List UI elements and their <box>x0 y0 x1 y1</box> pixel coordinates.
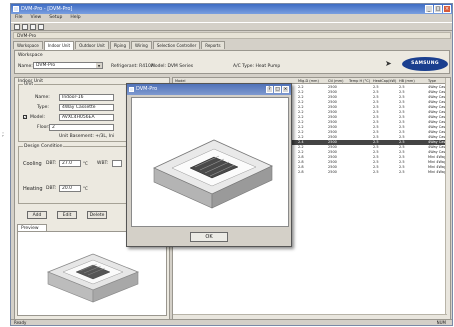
heating-db-label: DBT: <box>46 186 57 191</box>
model-label: Model: DVM Series <box>151 64 194 69</box>
table-cell: 2.5 <box>373 170 379 174</box>
close-button[interactable]: × <box>443 5 451 13</box>
dialog-close-button[interactable]: × <box>282 86 289 93</box>
workspace-name-select[interactable]: DVM-Pro ▼ <box>33 62 103 69</box>
name-label: Name: <box>35 95 50 100</box>
floor-label: Floor: <box>37 125 50 130</box>
unit-group-title: Unit <box>23 82 35 87</box>
tab-workspace[interactable]: Workspace <box>13 41 43 49</box>
workspace-name-label: Name: <box>18 64 33 69</box>
dialog-maximize-button[interactable]: □ <box>274 86 281 93</box>
tab-outdoor-unit[interactable]: Outdoor Unit <box>75 41 109 49</box>
workspace-name-value: DVM-Pro <box>36 63 56 68</box>
refrigerant-label: Refrigerant: R410A <box>111 64 154 69</box>
workspace-panel: Workspace Name: DVM-Pro ▼ Refrigerant: R… <box>14 50 450 74</box>
table-cell: 2.8 <box>298 170 304 174</box>
menu-view[interactable]: View <box>31 14 42 22</box>
ac-type-label: A/C Type: Heat Pump <box>233 64 281 69</box>
add-button[interactable]: Add <box>27 211 47 219</box>
col-header[interactable]: Mig-D (mm) <box>298 78 319 84</box>
dialog-ok-button[interactable]: OK <box>190 232 228 242</box>
side-mark: ; <box>2 131 5 138</box>
col-header[interactable]: Ctl (mm) <box>328 78 343 84</box>
tab-indoor-unit[interactable]: Indoor Unit <box>43 41 75 50</box>
menu-setup[interactable]: Setup <box>49 14 62 22</box>
dialog-image-area <box>131 97 289 227</box>
model-checkbox[interactable]: ✓ <box>23 115 27 119</box>
tab-reports[interactable]: Reports <box>201 41 225 49</box>
type-select[interactable]: 4Way Cassette <box>59 104 114 111</box>
toolbar <box>11 22 452 31</box>
heating-db-unit: °C <box>83 186 88 191</box>
tab-piping[interactable]: Piping <box>109 41 131 49</box>
model-label: Model: <box>30 115 46 120</box>
menu-help[interactable]: Help <box>70 14 80 22</box>
col-header[interactable]: HeatCap(kW) <box>373 78 396 84</box>
dialog-title: DVM-Pro <box>136 86 158 92</box>
table-cell: 2.5 <box>399 170 405 174</box>
preview-dialog: DVM-Pro ? □ × OK <box>126 83 292 247</box>
cooling-wb-field[interactable] <box>112 160 122 167</box>
status-bar: Ready NUM <box>11 319 452 325</box>
brand-logo: SAMSUNG <box>402 57 448 71</box>
heating-db-field[interactable]: 20.0 <box>59 185 81 192</box>
name-field[interactable]: Indoor-16 <box>59 94 114 101</box>
save-icon[interactable] <box>30 24 36 30</box>
unit-basement-note: Unit Basement: +/3L, Ini <box>59 134 115 139</box>
unit-action-buttons: Add Edit Delete <box>27 211 107 219</box>
model-select[interactable]: AVXC4H056EA <box>59 114 114 121</box>
cooling-label: Cooling <box>23 161 42 167</box>
navigate-arrow-icon[interactable]: ➤ <box>385 59 395 69</box>
cassette-unit-image <box>153 139 273 209</box>
delete-button[interactable]: Delete <box>87 211 107 219</box>
open-folder-icon[interactable] <box>22 24 28 30</box>
type-label: Type: <box>37 105 49 110</box>
tab-selection-controller[interactable]: Selection Controller <box>152 41 201 49</box>
heating-label: Heating <box>23 186 43 192</box>
tab-wiring[interactable]: Wiring <box>131 41 152 49</box>
status-num: NUM <box>436 320 446 325</box>
dialog-help-button[interactable]: ? <box>266 86 273 93</box>
window-title: DVM-Pro - [DVM-Pro] <box>21 6 73 12</box>
dialog-app-icon <box>129 87 134 92</box>
chevron-down-icon[interactable]: ▼ <box>96 63 102 68</box>
col-header[interactable]: Temp H (°C) <box>349 78 370 84</box>
col-header[interactable]: Type <box>428 78 436 84</box>
menu-bar: File View Setup Help <box>11 14 452 22</box>
maximize-button[interactable]: □ <box>434 5 442 13</box>
title-bar: DVM-Pro - [DVM-Pro] _ □ × <box>11 4 452 14</box>
cooling-wb-label: WBT: <box>97 161 109 166</box>
cooling-db-label: DBT: <box>46 161 57 166</box>
app-icon <box>13 6 19 12</box>
cooling-db-field[interactable]: 27.0 <box>59 160 81 167</box>
edit-button[interactable]: Edit <box>57 211 77 219</box>
cooling-db-unit: °C <box>83 161 88 166</box>
col-header[interactable]: HB (mm) <box>399 78 415 84</box>
workspace-title: Workspace <box>18 53 43 58</box>
help-icon[interactable] <box>38 24 44 30</box>
table-cell: 2500 <box>328 170 337 174</box>
tab-strip: Workspace Indoor Unit Outdoor Unit Pipin… <box>13 41 451 50</box>
floor-field[interactable]: 2 <box>49 124 114 131</box>
vertical-scrollbar[interactable] <box>445 78 450 319</box>
new-file-icon[interactable] <box>14 24 20 30</box>
minimize-button[interactable]: _ <box>425 5 433 13</box>
menu-file[interactable]: File <box>15 14 23 22</box>
status-text: Ready <box>14 320 27 325</box>
dialog-title-bar: DVM-Pro ? □ × <box>127 84 291 95</box>
design-condition-title: Design Condition <box>23 144 64 149</box>
document-tab[interactable]: DVM-Pro <box>13 32 451 39</box>
